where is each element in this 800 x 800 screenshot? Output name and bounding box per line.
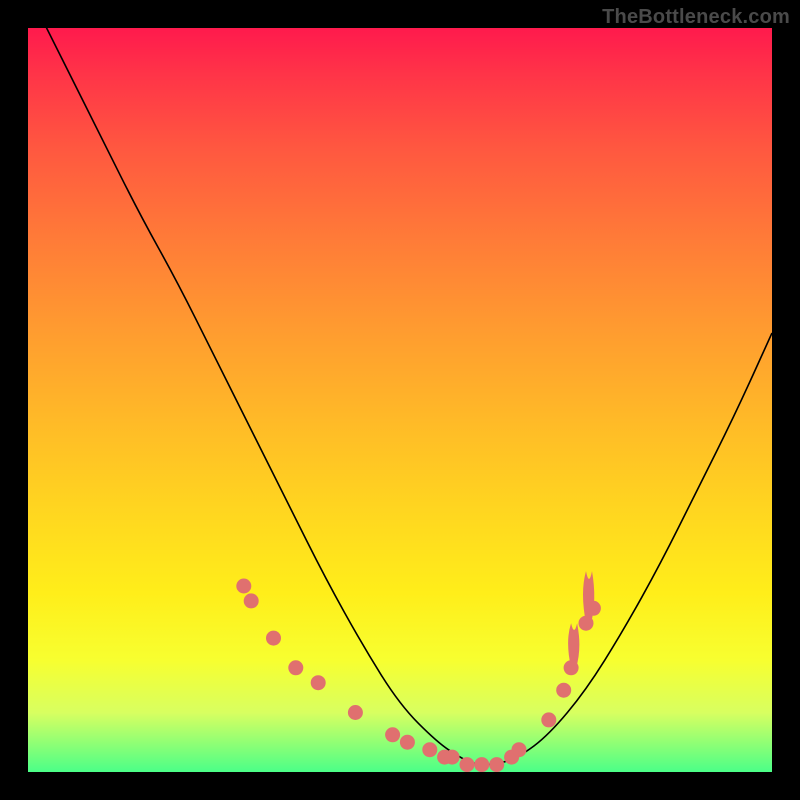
marker-dot (579, 616, 594, 631)
marker-dot (541, 712, 556, 727)
bottleneck-plot (28, 28, 772, 772)
chart-frame (28, 28, 772, 772)
marker-dot (236, 579, 251, 594)
marker-dot (564, 660, 579, 675)
marker-dot (586, 601, 601, 616)
watermark-text: TheBottleneck.com (602, 6, 790, 29)
marker-dot (244, 593, 259, 608)
marker-dot (288, 660, 303, 675)
marker-dot (422, 742, 437, 757)
marker-dot (385, 727, 400, 742)
data-markers (236, 579, 601, 773)
marker-dot (348, 705, 363, 720)
marker-dot (460, 757, 475, 772)
marker-dot (556, 683, 571, 698)
marker-dot (400, 735, 415, 750)
marker-dot (445, 750, 460, 765)
marker-dot (311, 675, 326, 690)
marker-dot (489, 757, 504, 772)
bottleneck-curve (28, 28, 772, 765)
marker-dot (474, 757, 489, 772)
marker-dot (266, 631, 281, 646)
marker-dot (512, 742, 527, 757)
